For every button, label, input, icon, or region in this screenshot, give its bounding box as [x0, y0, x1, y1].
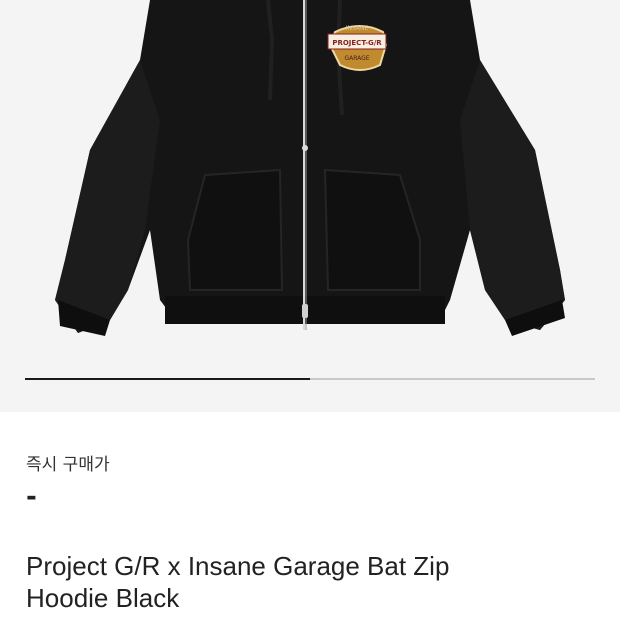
product-title: Project G/R x Insane Garage Bat Zip Hood…: [26, 550, 586, 614]
carousel-progress-track[interactable]: [25, 378, 595, 380]
svg-text:GARAGE: GARAGE: [344, 55, 369, 62]
svg-text:INSANE: INSANE: [346, 25, 369, 32]
price-label: 즉시 구매가: [26, 455, 110, 475]
price-value: -: [26, 482, 37, 512]
product-title-line-1: Project G/R x Insane Garage Bat Zip: [26, 551, 450, 581]
product-title-line-2: Hoodie Black: [26, 583, 180, 613]
svg-text:PROJECT-G/R: PROJECT-G/R: [332, 39, 382, 47]
carousel-progress-fill: [25, 378, 310, 380]
product-image-area[interactable]: INSANE PROJECT-G/R GARAGE: [0, 0, 620, 412]
hoodie-image: INSANE PROJECT-G/R GARAGE: [55, 0, 565, 336]
